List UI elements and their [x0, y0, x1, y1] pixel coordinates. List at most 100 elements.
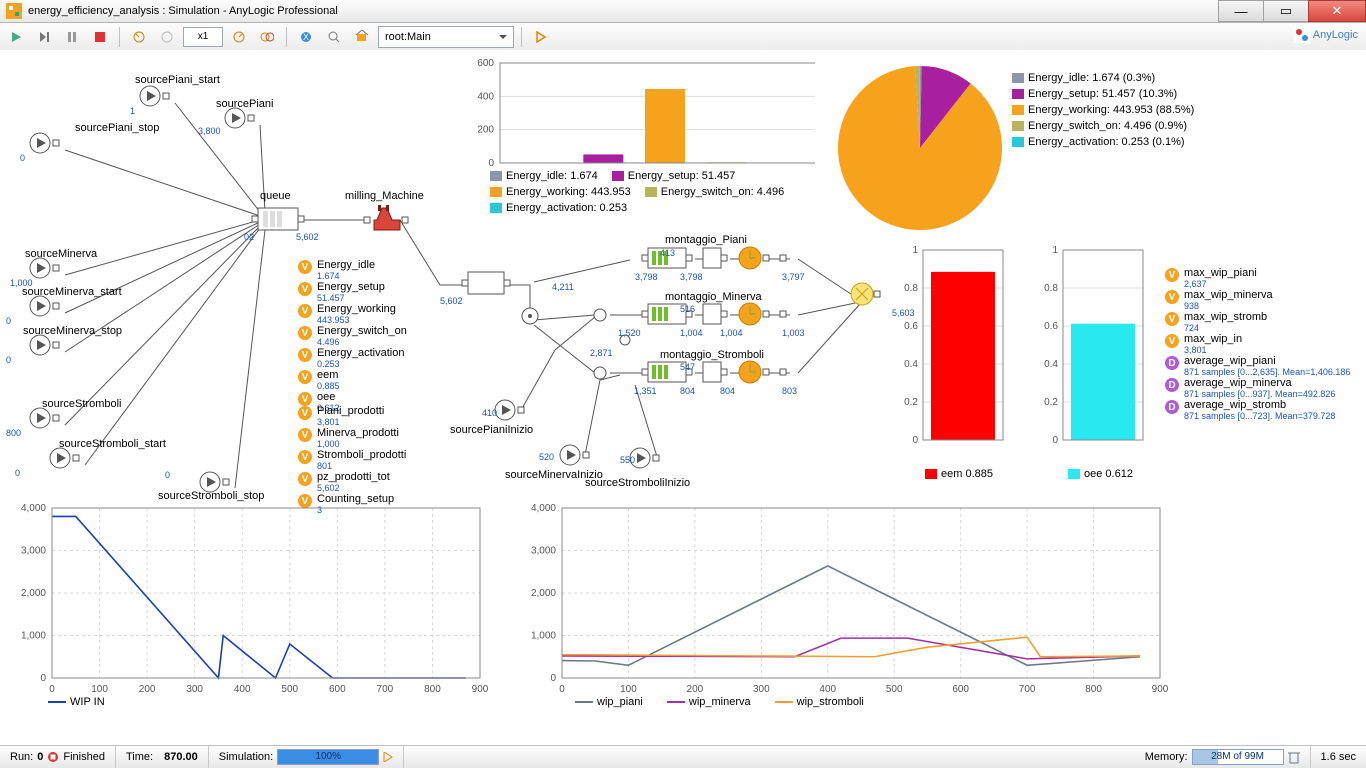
nav-zoom-button[interactable]: [322, 25, 346, 49]
variable-icon: V: [298, 348, 312, 362]
eem-bar-chart: 00.20.40.60.81: [895, 245, 1010, 455]
svg-text:0.4: 0.4: [904, 359, 918, 370]
trash-icon[interactable]: [1288, 750, 1300, 764]
svg-text:0: 0: [49, 684, 55, 695]
developer-button[interactable]: [529, 25, 553, 49]
val-sourceStromboli: 800: [6, 428, 21, 438]
svg-text:0.2: 0.2: [904, 397, 918, 408]
app-icon: [6, 3, 22, 19]
brand-logo: AnyLogic: [1294, 27, 1358, 43]
label-queue: queue: [260, 190, 291, 202]
label-sourcePiani_stop: sourcePiani_stop: [75, 122, 159, 134]
svg-text:100: 100: [91, 684, 108, 695]
wip-multi-chart: 01,0002,0003,0004,0000100200300400500600…: [520, 500, 1175, 710]
var-Minerva_prodotti: V Minerva_prodotti1,000: [298, 428, 406, 450]
val-queue-out: 5,602: [296, 232, 319, 242]
wip-multi-legend: wip_pianiwip_minervawip_stromboli: [575, 696, 888, 708]
svg-text:500: 500: [281, 684, 298, 695]
label-sourceMinerva_start: sourceMinerva_start: [22, 286, 122, 298]
svg-text:600: 600: [952, 684, 969, 695]
simulation-canvas[interactable]: sourcePiani_start 1 sourcePiani 3,800 source…: [0, 50, 1366, 746]
svg-text:2,000: 2,000: [21, 588, 46, 599]
variable-icon: V: [1165, 268, 1179, 282]
label-sourcePiani_start: sourcePiani_start: [135, 74, 220, 86]
simulation-progress: 100%: [277, 749, 379, 765]
svg-text:0.6: 0.6: [1044, 321, 1058, 332]
var-Energy_working: V Energy_working443.953: [298, 304, 407, 326]
svg-text:3,000: 3,000: [531, 546, 556, 557]
speed-up-button[interactable]: [227, 25, 251, 49]
step-button[interactable]: [32, 25, 56, 49]
milling-machine-icon: [364, 205, 408, 230]
label-spinizio: sourcePianiInizio: [450, 424, 533, 436]
label-mont-piani: montaggio_Piani: [665, 234, 747, 246]
var-eem: V eem0.885: [298, 370, 407, 392]
run-status-icon: [383, 752, 393, 762]
svg-text:2,000: 2,000: [531, 588, 556, 599]
toolbar: x1 X root:Main AnyLogic: [0, 23, 1366, 52]
status-bar: Run:0 Finished Time: 870.00 Simulation: …: [0, 745, 1366, 768]
svg-text:0.8: 0.8: [904, 283, 918, 294]
variable-icon: V: [298, 472, 312, 486]
svg-text:300: 300: [186, 684, 203, 695]
var-max_wip_minerva: V max_wip_minerva938: [1165, 290, 1350, 312]
variable-icon: V: [298, 392, 312, 406]
var-Energy_switch_on: V Energy_switch_on4.496: [298, 326, 407, 348]
label-sourceStromboli_start: sourceStromboli_start: [59, 438, 166, 450]
variable-icon: V: [298, 406, 312, 420]
wip-in-chart: 01,0002,0003,0004,0000100200300400500600…: [10, 500, 495, 710]
window-minimize-button[interactable]: —: [1218, 0, 1264, 22]
run-button[interactable]: [4, 25, 28, 49]
variable-icon: V: [298, 304, 312, 318]
label-sourceStromboli: sourceStromboli: [42, 398, 121, 410]
variable-icon: V: [298, 282, 312, 296]
svg-text:200: 200: [139, 684, 156, 695]
window-close-button[interactable]: ✕: [1308, 0, 1366, 22]
pause-button[interactable]: [60, 25, 84, 49]
data-icon: D: [1165, 400, 1179, 414]
svg-text:0.8: 0.8: [1044, 283, 1058, 294]
label-mont-stromboli: montaggio_Stromboli: [660, 349, 764, 361]
svg-text:0: 0: [550, 673, 556, 684]
speed-virtual-button[interactable]: [255, 25, 279, 49]
val-sourceStromboli_stop: 0: [165, 470, 170, 480]
nav-origin-button[interactable]: X: [294, 25, 318, 49]
svg-text:900: 900: [1152, 684, 1169, 695]
svg-text:700: 700: [1019, 684, 1036, 695]
svg-text:1,000: 1,000: [531, 631, 556, 642]
window-maximize-button[interactable]: ▭: [1263, 0, 1309, 22]
svg-text:100: 100: [620, 684, 637, 695]
root-combo[interactable]: root:Main: [378, 26, 514, 48]
label-sourcePiani: sourcePiani: [216, 98, 273, 110]
wip-in-legend: WIP IN: [48, 696, 105, 708]
stop-button[interactable]: [88, 25, 112, 49]
label-ssinizio: sourceStromboliInizio: [585, 477, 690, 489]
oee-legend: oee 0.612: [1068, 468, 1133, 480]
speed-down-button[interactable]: [127, 25, 151, 49]
root-combo-value: root:Main: [385, 31, 431, 43]
variable-icon: V: [298, 428, 312, 442]
svg-text:600: 600: [329, 684, 346, 695]
var-max_wip_piani: V max_wip_piani2,637: [1165, 268, 1350, 290]
svg-text:1: 1: [912, 245, 918, 256]
speed-realtime-button[interactable]: [155, 25, 179, 49]
svg-text:800: 800: [424, 684, 441, 695]
var-list-wip: V max_wip_piani2,637 V max_wip_minerva93…: [1165, 268, 1350, 422]
nav-home-button[interactable]: [350, 25, 374, 49]
window-title: energy_efficiency_analysis : Simulation …: [28, 5, 338, 17]
val-sourcePiani: 3,800: [198, 126, 221, 136]
val-sourcePiani_start: 1: [130, 106, 135, 116]
val-split-down: 2,871: [590, 348, 613, 358]
var-Stromboli_prodotti: V Stromboli_prodotti801: [298, 450, 406, 472]
variable-icon: V: [1165, 334, 1179, 348]
svg-text:700: 700: [377, 684, 394, 695]
label-mont-minerva: montaggio_Minerva: [665, 291, 762, 303]
oee-bar-chart: 00.20.40.60.81: [1035, 245, 1150, 455]
svg-text:600: 600: [477, 58, 494, 69]
svg-text:0: 0: [912, 435, 918, 446]
speed-input[interactable]: x1: [183, 27, 223, 47]
svg-text:1,000: 1,000: [21, 631, 46, 642]
svg-text:400: 400: [477, 91, 494, 102]
data-icon: D: [1165, 356, 1179, 370]
svg-text:500: 500: [886, 684, 903, 695]
